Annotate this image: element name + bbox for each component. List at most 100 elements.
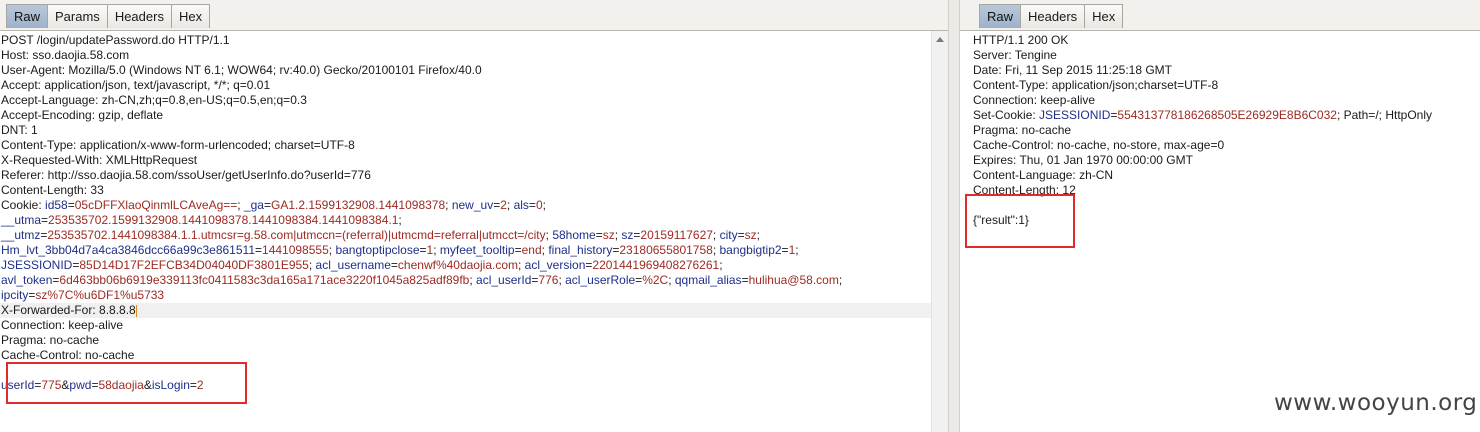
response-tab-headers[interactable]: Headers: [1020, 4, 1086, 28]
line-text: =: [741, 273, 749, 287]
line-text: ;: [237, 198, 244, 212]
param-name: pwd: [69, 378, 92, 392]
param-name: qqmail_alias: [674, 273, 742, 287]
line-text: Connection: keep-alive: [1, 318, 124, 332]
param-value: 58daojia: [98, 378, 144, 392]
request-line: Accept: application/json, text/javascrip…: [0, 78, 948, 93]
request-scrollbar[interactable]: [931, 31, 948, 432]
line-text: ;: [756, 228, 760, 242]
param-value: hulihua@58.com: [748, 273, 839, 287]
response-tab-hex[interactable]: Hex: [1084, 4, 1124, 28]
response-line: Content-Language: zh-CN: [972, 168, 1480, 183]
request-line: Accept-Language: zh-CN,zh;q=0.8,en-US;q=…: [0, 93, 948, 108]
line-text: =: [737, 228, 745, 242]
request-line: Content-Type: application/x-www-form-url…: [0, 138, 948, 153]
request-line: Host: sso.daojia.58.com: [0, 48, 948, 63]
line-text: Expires: Thu, 01 Jan 1970 00:00:00 GMT: [973, 153, 1193, 167]
param-value: 20159117627: [640, 228, 713, 242]
response-line: Server: Tengine: [972, 48, 1480, 63]
line-text: User-Agent: Mozilla/5.0 (Windows NT 6.1;…: [1, 63, 482, 77]
line-text: Set-Cookie:: [973, 108, 1040, 122]
param-value: 775: [41, 378, 62, 392]
request-tab-params[interactable]: Params: [47, 4, 108, 28]
line-text: Referer: http://sso.daojia.58.com/ssoUse…: [1, 168, 371, 182]
pane-splitter[interactable]: [948, 0, 960, 432]
param-name: acl_username: [315, 258, 391, 272]
line-text: =: [263, 198, 271, 212]
request-line: Cache-Control: no-cache: [0, 348, 948, 363]
param-name: __utmz: [1, 228, 41, 242]
line-text: =: [514, 243, 522, 257]
param-value: %2C: [642, 273, 669, 287]
line-text: Accept: application/json, text/javascrip…: [1, 78, 271, 92]
param-value: 554313778186268505E26929E8B6C032: [1117, 108, 1337, 122]
request-line: Accept-Encoding: gzip, deflate: [0, 108, 948, 123]
line-text: Cookie:: [1, 198, 46, 212]
request-line: Hm_lvt_3bb04d7a4ca3846dcc66a99c3e861511 =…: [0, 243, 948, 258]
response-line: Expires: Thu, 01 Jan 1970 00:00:00 GMT: [972, 153, 1480, 168]
line-text: ;: [308, 258, 316, 272]
request-pane: Raw Params Headers Hex POST /login/updatePa…: [0, 0, 948, 432]
param-name: city: [719, 228, 738, 242]
line-text: =: [189, 378, 197, 392]
param-name: 58home: [552, 228, 596, 242]
line-text: Content-Length: 12: [973, 183, 1076, 197]
param-value: end: [521, 243, 542, 257]
response-tab-raw[interactable]: Raw: [979, 4, 1022, 28]
request-tab-raw[interactable]: Raw: [6, 4, 49, 28]
response-line: Cache-Control: no-cache, no-store, max-a…: [972, 138, 1480, 153]
text-caret: [135, 304, 137, 317]
response-line: Content-Type: application/json;charset=U…: [972, 78, 1480, 93]
line-text: Accept-Encoding: gzip, deflate: [1, 108, 164, 122]
request-line: DNT: 1: [0, 123, 948, 138]
line-text: ;: [719, 258, 723, 272]
line-text: ;: [795, 243, 799, 257]
line-text: =: [67, 198, 75, 212]
line-text: Cache-Control: no-cache: [1, 348, 135, 362]
response-line: Set-Cookie: JSESSIONID=55431377818626850…: [972, 108, 1480, 123]
response-line: Content-Length: 12: [972, 183, 1480, 198]
line-text: Pragma: no-cache: [973, 123, 1072, 137]
response-line: {"result":1}: [972, 213, 1480, 228]
request-line: avl_token = 6d463bb06b6919e339113fc0411583…: [0, 273, 948, 288]
param-name: new_uv: [451, 198, 494, 212]
line-text: Content-Type: application/json;charset=U…: [973, 78, 1219, 92]
line-text: ; Path=/; HttpOnly: [1336, 108, 1432, 122]
line-text: Server: Tengine: [973, 48, 1057, 62]
line-text: =: [390, 258, 398, 272]
line-text: =: [595, 228, 603, 242]
scroll-up-arrow-icon[interactable]: [936, 37, 944, 42]
param-value: 2201441969408276261: [592, 258, 720, 272]
request-editor[interactable]: POST /login/updatePassword.do HTTP/1.1 Ho…: [0, 31, 948, 432]
line-text: =: [41, 213, 49, 227]
param-name: Hm_lvt_3bb04d7a4ca3846dcc66a99c3e861511: [1, 243, 255, 257]
line-text: =: [419, 243, 427, 257]
line-text: Content-Language: zh-CN: [973, 168, 1114, 182]
line-text: ;: [838, 273, 843, 287]
param-name: acl_version: [524, 258, 586, 272]
param-name: JSESSIONID: [1039, 108, 1111, 122]
request-tab-headers[interactable]: Headers: [106, 4, 172, 28]
param-value: 6d463bb06b6919e339113fc0411583c3da165a17…: [59, 273, 470, 287]
response-line: Pragma: no-cache: [972, 123, 1480, 138]
line-text: ;: [712, 228, 720, 242]
response-editor[interactable]: HTTP/1.1 200 OK Server: Tengine Date: Fri,…: [972, 31, 1480, 432]
line-text: ;: [433, 243, 440, 257]
param-name: id58: [45, 198, 68, 212]
param-name: acl_userId: [476, 273, 532, 287]
request-line: User-Agent: Mozilla/5.0 (Windows NT 6.1;…: [0, 63, 948, 78]
line-text: ;: [518, 258, 525, 272]
line-text: ;: [668, 273, 675, 287]
line-text: ;: [398, 213, 402, 227]
response-line: Connection: keep-alive: [972, 93, 1480, 108]
request-tab-hex[interactable]: Hex: [170, 4, 211, 28]
param-value: 253535702.1599132908.1441098378.14410983…: [48, 213, 399, 227]
line-text: Content-Type: application/x-www-form-url…: [1, 138, 355, 152]
request-line: Cookie: id58=05cDFFXlaoQinmlLCAveAg==; _…: [0, 198, 948, 213]
param-name: __utma: [1, 213, 42, 227]
line-text: POST /login/updatePassword.do HTTP/1.1: [1, 33, 230, 47]
param-value: sz: [744, 228, 757, 242]
param-name: _ga: [243, 198, 264, 212]
param-name: JSESSIONID: [1, 258, 73, 272]
request-line: JSESSIONID = 85D14D17F2EFCB34D04040DF3801E…: [0, 258, 948, 273]
